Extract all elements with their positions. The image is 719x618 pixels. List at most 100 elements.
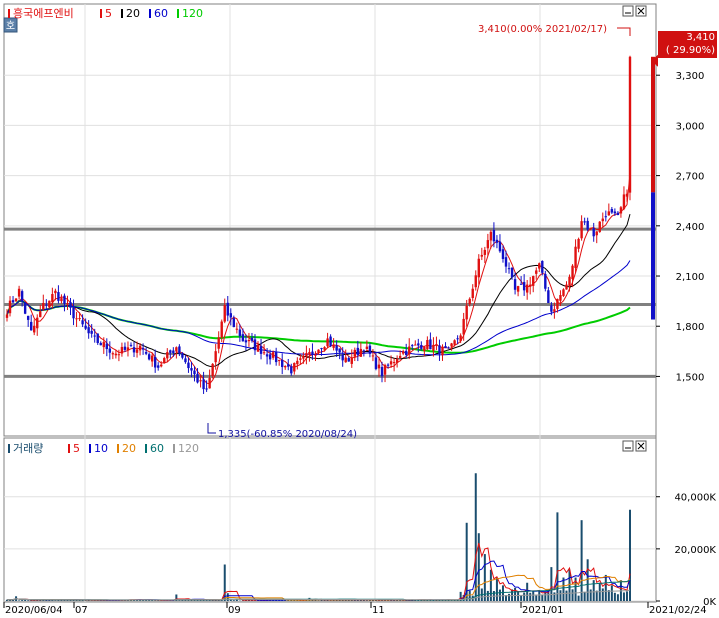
- candle-body: [408, 346, 411, 355]
- volume-bar: [613, 592, 616, 601]
- candle-body: [105, 343, 109, 350]
- candle-body: [11, 300, 15, 303]
- volume-bar: [559, 590, 562, 601]
- candle-body: [595, 231, 598, 236]
- candle-body: [63, 295, 66, 304]
- high-annotation-leader: [617, 27, 631, 36]
- candle-body: [99, 342, 102, 346]
- candle-body: [341, 354, 344, 361]
- candle-body: [329, 336, 332, 346]
- candle-body: [214, 351, 217, 363]
- volume-bar: [535, 595, 538, 601]
- candle-body: [277, 360, 281, 362]
- candle-body: [284, 365, 287, 368]
- legend-swatch: [177, 9, 179, 18]
- volume-bar: [498, 589, 501, 601]
- candle-body: [501, 249, 505, 259]
- candle-body: [613, 211, 617, 214]
- volume-bar: [583, 591, 586, 601]
- volume-minimize-button[interactable]: [622, 440, 634, 452]
- candle-body: [274, 351, 278, 363]
- candle-body: [208, 377, 211, 389]
- candle-body: [568, 276, 571, 286]
- candle-body: [513, 279, 517, 290]
- price-type-label: 호: [6, 20, 15, 32]
- candle-body: [625, 193, 629, 197]
- volume-bar: [571, 589, 574, 601]
- legend-label: 10: [94, 442, 108, 455]
- candle-body: [507, 268, 511, 270]
- minimize-button[interactable]: [622, 5, 634, 17]
- volume-bar: [601, 588, 604, 601]
- candle-body: [202, 379, 205, 390]
- volume-bar: [205, 600, 208, 601]
- price-tick-label: 3,300: [676, 71, 705, 82]
- candle-body: [326, 338, 329, 347]
- candle-body: [271, 352, 275, 358]
- volume-bar: [241, 600, 244, 601]
- candle-body: [619, 207, 623, 214]
- candle-body: [187, 362, 190, 369]
- candle-body: [87, 327, 90, 334]
- legend-label: 60: [150, 442, 164, 455]
- candle-body: [565, 284, 568, 290]
- legend-label: 20: [122, 442, 136, 455]
- candle-body: [247, 339, 251, 342]
- volume-bar: [526, 582, 529, 601]
- candle-body: [308, 352, 311, 355]
- candle-body: [33, 325, 36, 333]
- candle-body: [153, 356, 157, 368]
- candle-body: [75, 318, 78, 320]
- candle-body: [229, 313, 232, 318]
- price-tick-label: 2,100: [676, 272, 705, 283]
- candle-body: [72, 306, 75, 319]
- legend-marker: [8, 9, 10, 18]
- candle-body: [405, 350, 408, 355]
- candle-body: [574, 246, 577, 268]
- moving-average-legend: 5 20 60 120: [100, 7, 203, 20]
- candle-body: [81, 320, 84, 325]
- candle-body: [580, 221, 583, 239]
- candle-body: [172, 350, 175, 354]
- volume-bar: [450, 600, 453, 601]
- candle-body: [426, 340, 429, 350]
- candle-body: [522, 282, 526, 291]
- candle-body: [181, 353, 184, 358]
- candle-body: [359, 348, 363, 357]
- candle-body: [332, 344, 335, 348]
- candle-body: [96, 333, 99, 343]
- volume-bar: [586, 559, 589, 601]
- candle-body: [577, 238, 580, 249]
- legend-swatch: [89, 444, 91, 453]
- volume-axis-ticks: 0K20,000K40,000K: [656, 493, 716, 608]
- volume-bar: [399, 600, 402, 601]
- candle-body: [435, 344, 438, 346]
- candle-body: [377, 364, 381, 369]
- volume-bar: [565, 590, 568, 601]
- volume-legend: 5 10 20 60 120: [68, 442, 199, 455]
- candle-body: [235, 328, 239, 330]
- candle-body: [238, 329, 242, 337]
- candle-body: [57, 292, 60, 301]
- volume-title: 거래량: [13, 442, 43, 455]
- candle-body: [622, 194, 626, 209]
- candle-body: [353, 349, 356, 357]
- candle-body: [453, 340, 456, 345]
- candle-body: [589, 228, 592, 230]
- volume-bar: [577, 595, 580, 601]
- volume-bar: [556, 512, 559, 601]
- candle-body: [241, 334, 245, 342]
- volume-bar: [523, 592, 526, 601]
- candle-body: [244, 340, 248, 343]
- date-label: 09: [228, 605, 241, 616]
- candle-body: [253, 339, 257, 351]
- candle-body: [262, 352, 266, 354]
- candle-body: [616, 212, 620, 216]
- candle-body: [628, 56, 632, 193]
- candle-body: [338, 348, 341, 353]
- volume-bar: [468, 590, 471, 601]
- volume-bar: [453, 600, 456, 601]
- candle-body: [450, 343, 453, 347]
- stock-chart-window: 1,500 1,800 2,100 2,400 2,700 3,000 3,300 0K 20…: [0, 0, 719, 618]
- volume-bar: [508, 593, 511, 601]
